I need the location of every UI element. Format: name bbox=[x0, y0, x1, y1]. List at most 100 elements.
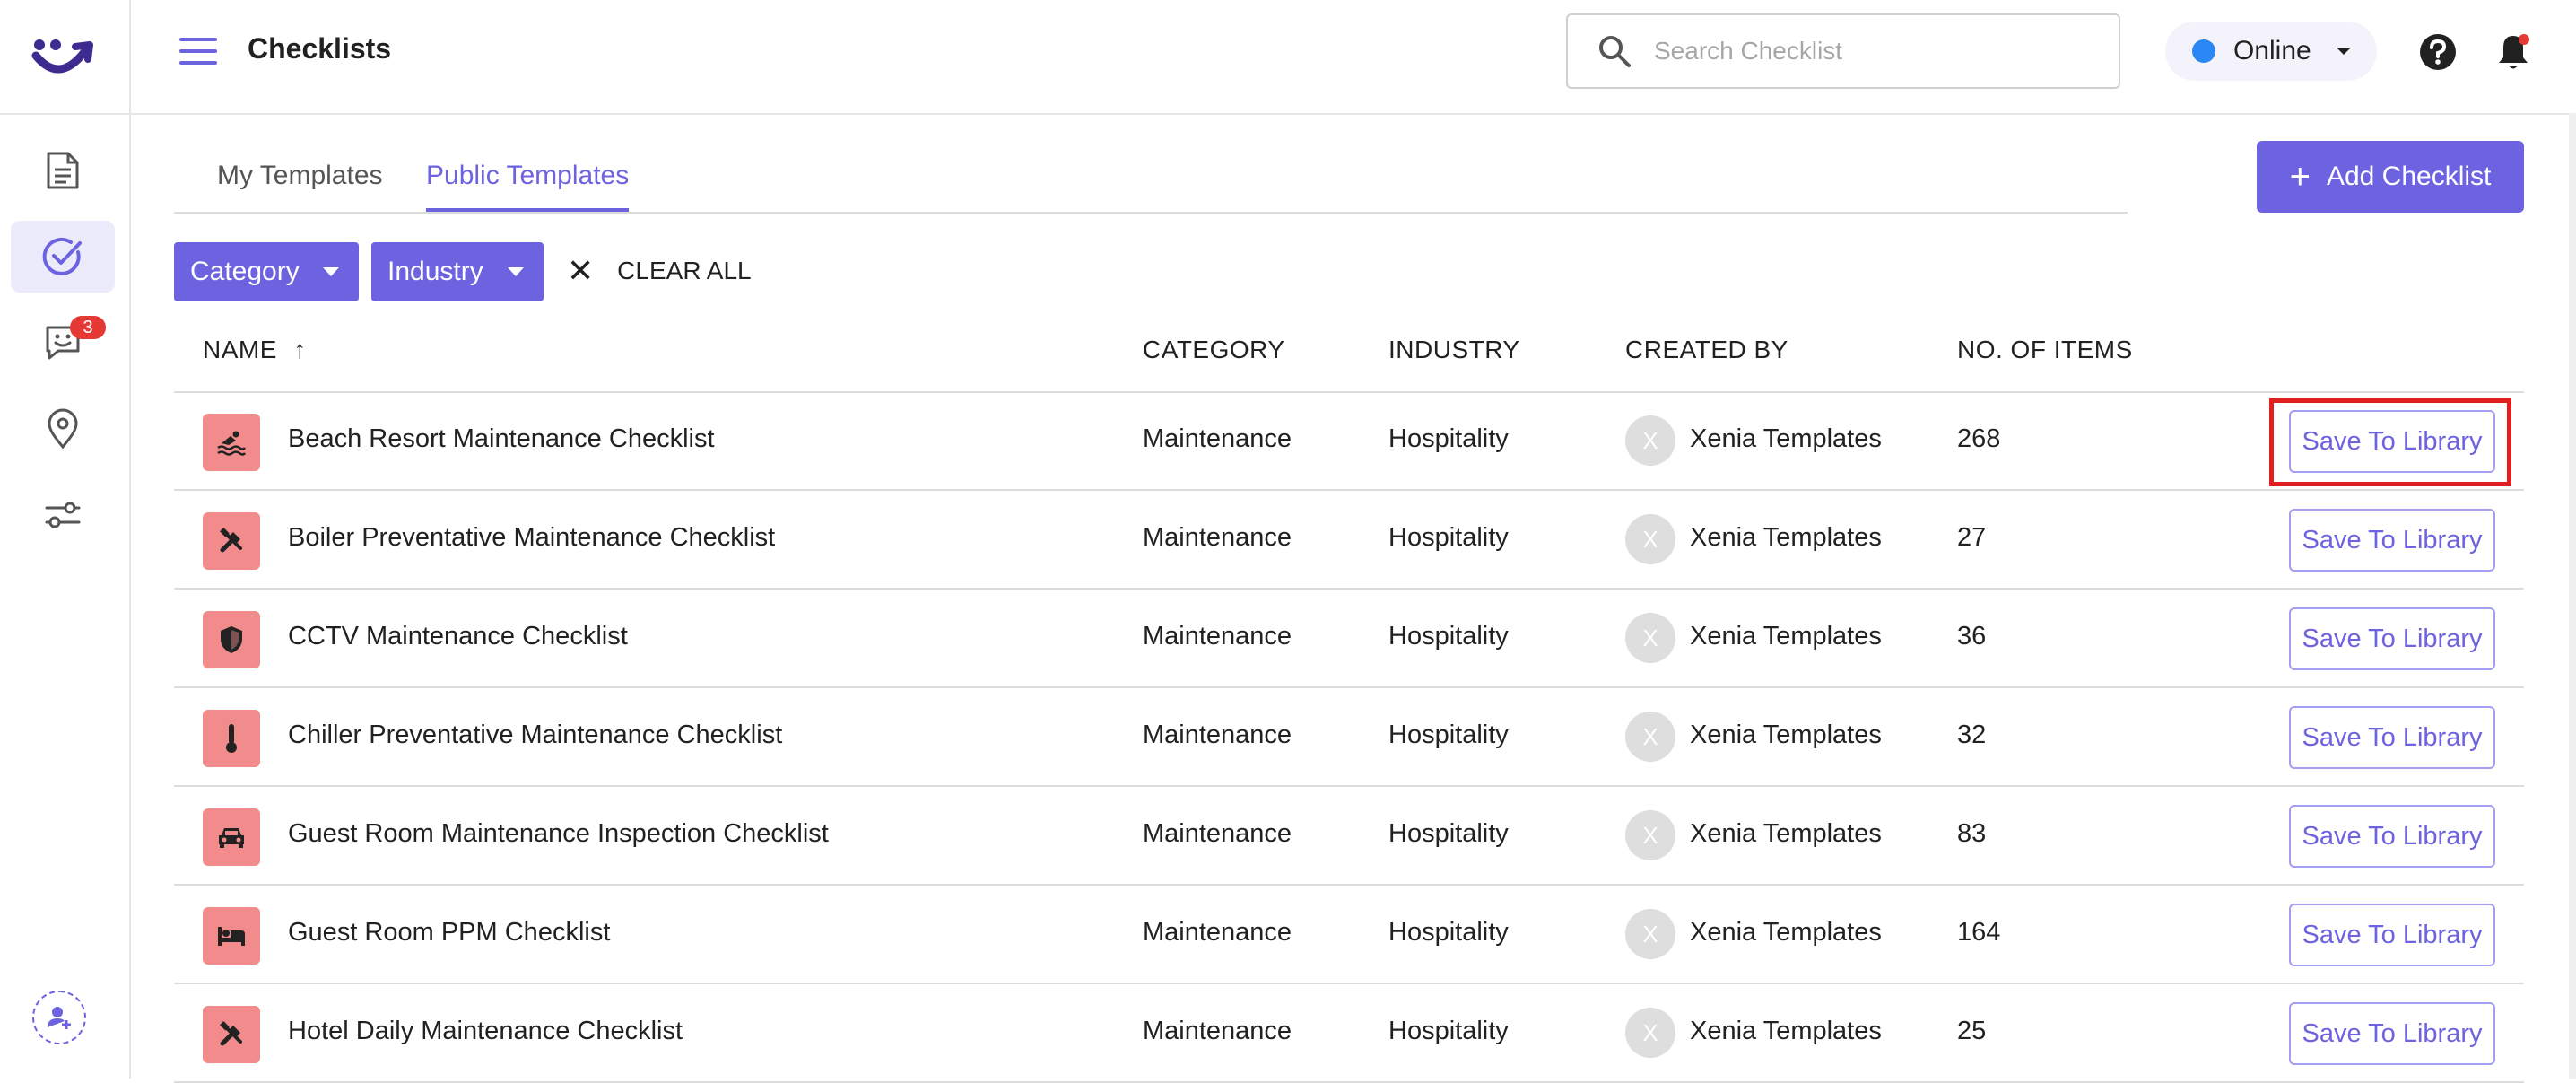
status-selector[interactable]: Online bbox=[2165, 22, 2377, 81]
menu-toggle[interactable] bbox=[179, 36, 217, 71]
creator-name: Xenia Templates bbox=[1690, 819, 1882, 848]
check-circle-icon bbox=[42, 237, 82, 275]
notifications-button[interactable] bbox=[2495, 32, 2531, 76]
app-logo[interactable] bbox=[0, 0, 129, 115]
save-to-library-button[interactable]: Save To Library bbox=[2289, 1002, 2495, 1065]
checklist-name[interactable]: Guest Room PPM Checklist bbox=[288, 918, 610, 948]
save-to-library-button[interactable]: Save To Library bbox=[2289, 706, 2495, 769]
sidebar: 3 bbox=[0, 0, 131, 1079]
clear-all-button[interactable]: ✕ CLEAR ALL bbox=[567, 255, 752, 287]
sidebar-item-settings[interactable] bbox=[11, 479, 115, 551]
save-to-library-button[interactable]: Save To Library bbox=[2289, 904, 2495, 966]
checklist-category: Maintenance bbox=[1143, 523, 1292, 552]
category-filter-label: Category bbox=[190, 257, 300, 286]
item-count: 268 bbox=[1957, 424, 2001, 453]
creator-name: Xenia Templates bbox=[1690, 622, 1882, 651]
avatar: X bbox=[1625, 1008, 1675, 1058]
table-header: NAME ↑ CATEGORY INDUSTRY CREATED BY NO. … bbox=[174, 325, 2524, 393]
checklist-name[interactable]: Beach Resort Maintenance Checklist bbox=[288, 424, 715, 454]
help-icon bbox=[2420, 34, 2456, 70]
search-input[interactable] bbox=[1652, 36, 2086, 66]
unread-badge: 3 bbox=[70, 316, 106, 339]
creator-name: Xenia Templates bbox=[1690, 424, 1882, 453]
table-row[interactable]: Boiler Preventative Maintenance Checklis… bbox=[174, 491, 2524, 590]
checklist-industry: Hospitality bbox=[1388, 721, 1509, 749]
avatar: X bbox=[1625, 613, 1675, 663]
sidebar-item-messages[interactable]: 3 bbox=[11, 307, 115, 379]
search-box[interactable] bbox=[1566, 13, 2120, 89]
thermometer-icon bbox=[203, 710, 260, 767]
save-to-library-button[interactable]: Save To Library bbox=[2289, 607, 2495, 670]
bed-icon bbox=[203, 907, 260, 965]
pool-icon bbox=[203, 414, 260, 471]
column-created-by: CREATED BY bbox=[1625, 336, 1788, 363]
table-row[interactable]: Hotel Daily Maintenance Checklist Mainten… bbox=[174, 984, 2524, 1083]
logo-icon bbox=[31, 39, 93, 74]
avatar: X bbox=[1625, 712, 1675, 762]
column-industry: INDUSTRY bbox=[1388, 336, 1520, 363]
caret-down-icon bbox=[2336, 48, 2351, 55]
item-count: 83 bbox=[1957, 819, 1987, 848]
category-filter[interactable]: Category bbox=[174, 242, 359, 301]
avatar: X bbox=[1625, 415, 1675, 466]
tab-my-templates[interactable]: My Templates bbox=[217, 158, 383, 210]
status-dot bbox=[2192, 39, 2215, 63]
checklist-category: Maintenance bbox=[1143, 721, 1292, 749]
creator-name: Xenia Templates bbox=[1690, 721, 1882, 749]
search-icon bbox=[1599, 36, 1631, 67]
sliders-icon bbox=[45, 502, 81, 528]
scrollbar[interactable] bbox=[2569, 113, 2576, 1079]
checklist-industry: Hospitality bbox=[1388, 622, 1509, 651]
checklist-category: Maintenance bbox=[1143, 622, 1292, 651]
save-to-library-button[interactable]: Save To Library bbox=[2289, 805, 2495, 868]
table-row[interactable]: Beach Resort Maintenance Checklist Mainte… bbox=[174, 392, 2524, 491]
help-button[interactable] bbox=[2418, 32, 2458, 76]
column-item-count: NO. OF ITEMS bbox=[1957, 336, 2133, 363]
checklist-name[interactable]: Boiler Preventative Maintenance Checklis… bbox=[288, 523, 775, 553]
avatar: X bbox=[1625, 909, 1675, 959]
close-icon: ✕ bbox=[567, 252, 595, 289]
save-to-library-button[interactable]: Save To Library bbox=[2289, 509, 2495, 572]
shield-icon bbox=[203, 611, 260, 668]
save-to-library-button[interactable]: Save To Library bbox=[2289, 410, 2495, 473]
add-checklist-button[interactable]: + Add Checklist bbox=[2257, 141, 2524, 213]
sidebar-item-locations[interactable] bbox=[11, 393, 115, 465]
checklist-name[interactable]: Guest Room Maintenance Inspection Checkl… bbox=[288, 819, 829, 849]
checklist-category: Maintenance bbox=[1143, 1017, 1292, 1045]
table-row[interactable]: Guest Room Maintenance Inspection Checkl… bbox=[174, 787, 2524, 886]
checklist-industry: Hospitality bbox=[1388, 523, 1509, 552]
checklist-name[interactable]: Chiller Preventative Maintenance Checkli… bbox=[288, 721, 782, 750]
checklist-category: Maintenance bbox=[1143, 424, 1292, 453]
creator-name: Xenia Templates bbox=[1690, 1017, 1882, 1045]
table-row[interactable]: Guest Room PPM Checklist Maintenance Hospi… bbox=[174, 886, 2524, 984]
checklist-industry: Hospitality bbox=[1388, 1017, 1509, 1045]
column-category: CATEGORY bbox=[1143, 336, 1285, 363]
invite-user-button[interactable] bbox=[32, 991, 86, 1044]
checklist-name[interactable]: Hotel Daily Maintenance Checklist bbox=[288, 1017, 683, 1046]
add-user-icon bbox=[48, 1007, 71, 1029]
sidebar-item-checklists[interactable] bbox=[11, 221, 115, 293]
page-title: Checklists bbox=[248, 32, 392, 65]
tab-public-templates[interactable]: Public Templates bbox=[426, 158, 630, 212]
checklist-name[interactable]: CCTV Maintenance Checklist bbox=[288, 622, 628, 651]
column-name[interactable]: NAME ↑ bbox=[203, 336, 307, 364]
sidebar-item-templates[interactable] bbox=[11, 135, 115, 206]
avatar: X bbox=[1625, 810, 1675, 860]
item-count: 36 bbox=[1957, 622, 1987, 651]
checklist-industry: Hospitality bbox=[1388, 819, 1509, 848]
table-row[interactable]: Chiller Preventative Maintenance Checkli… bbox=[174, 688, 2524, 787]
table-row[interactable]: CCTV Maintenance Checklist Maintenance Hos… bbox=[174, 590, 2524, 688]
checklist-category: Maintenance bbox=[1143, 918, 1292, 947]
item-count: 25 bbox=[1957, 1017, 1987, 1045]
car-icon bbox=[203, 808, 260, 866]
industry-filter-label: Industry bbox=[387, 257, 483, 286]
bell-icon bbox=[2499, 34, 2529, 69]
location-pin-icon bbox=[48, 408, 78, 450]
creator-name: Xenia Templates bbox=[1690, 918, 1882, 947]
industry-filter[interactable]: Industry bbox=[371, 242, 544, 301]
tools-icon bbox=[203, 512, 260, 570]
sort-arrow-up-icon: ↑ bbox=[293, 336, 307, 363]
add-checklist-label: Add Checklist bbox=[2326, 162, 2492, 191]
item-count: 27 bbox=[1957, 523, 1987, 552]
item-count: 32 bbox=[1957, 721, 1987, 749]
